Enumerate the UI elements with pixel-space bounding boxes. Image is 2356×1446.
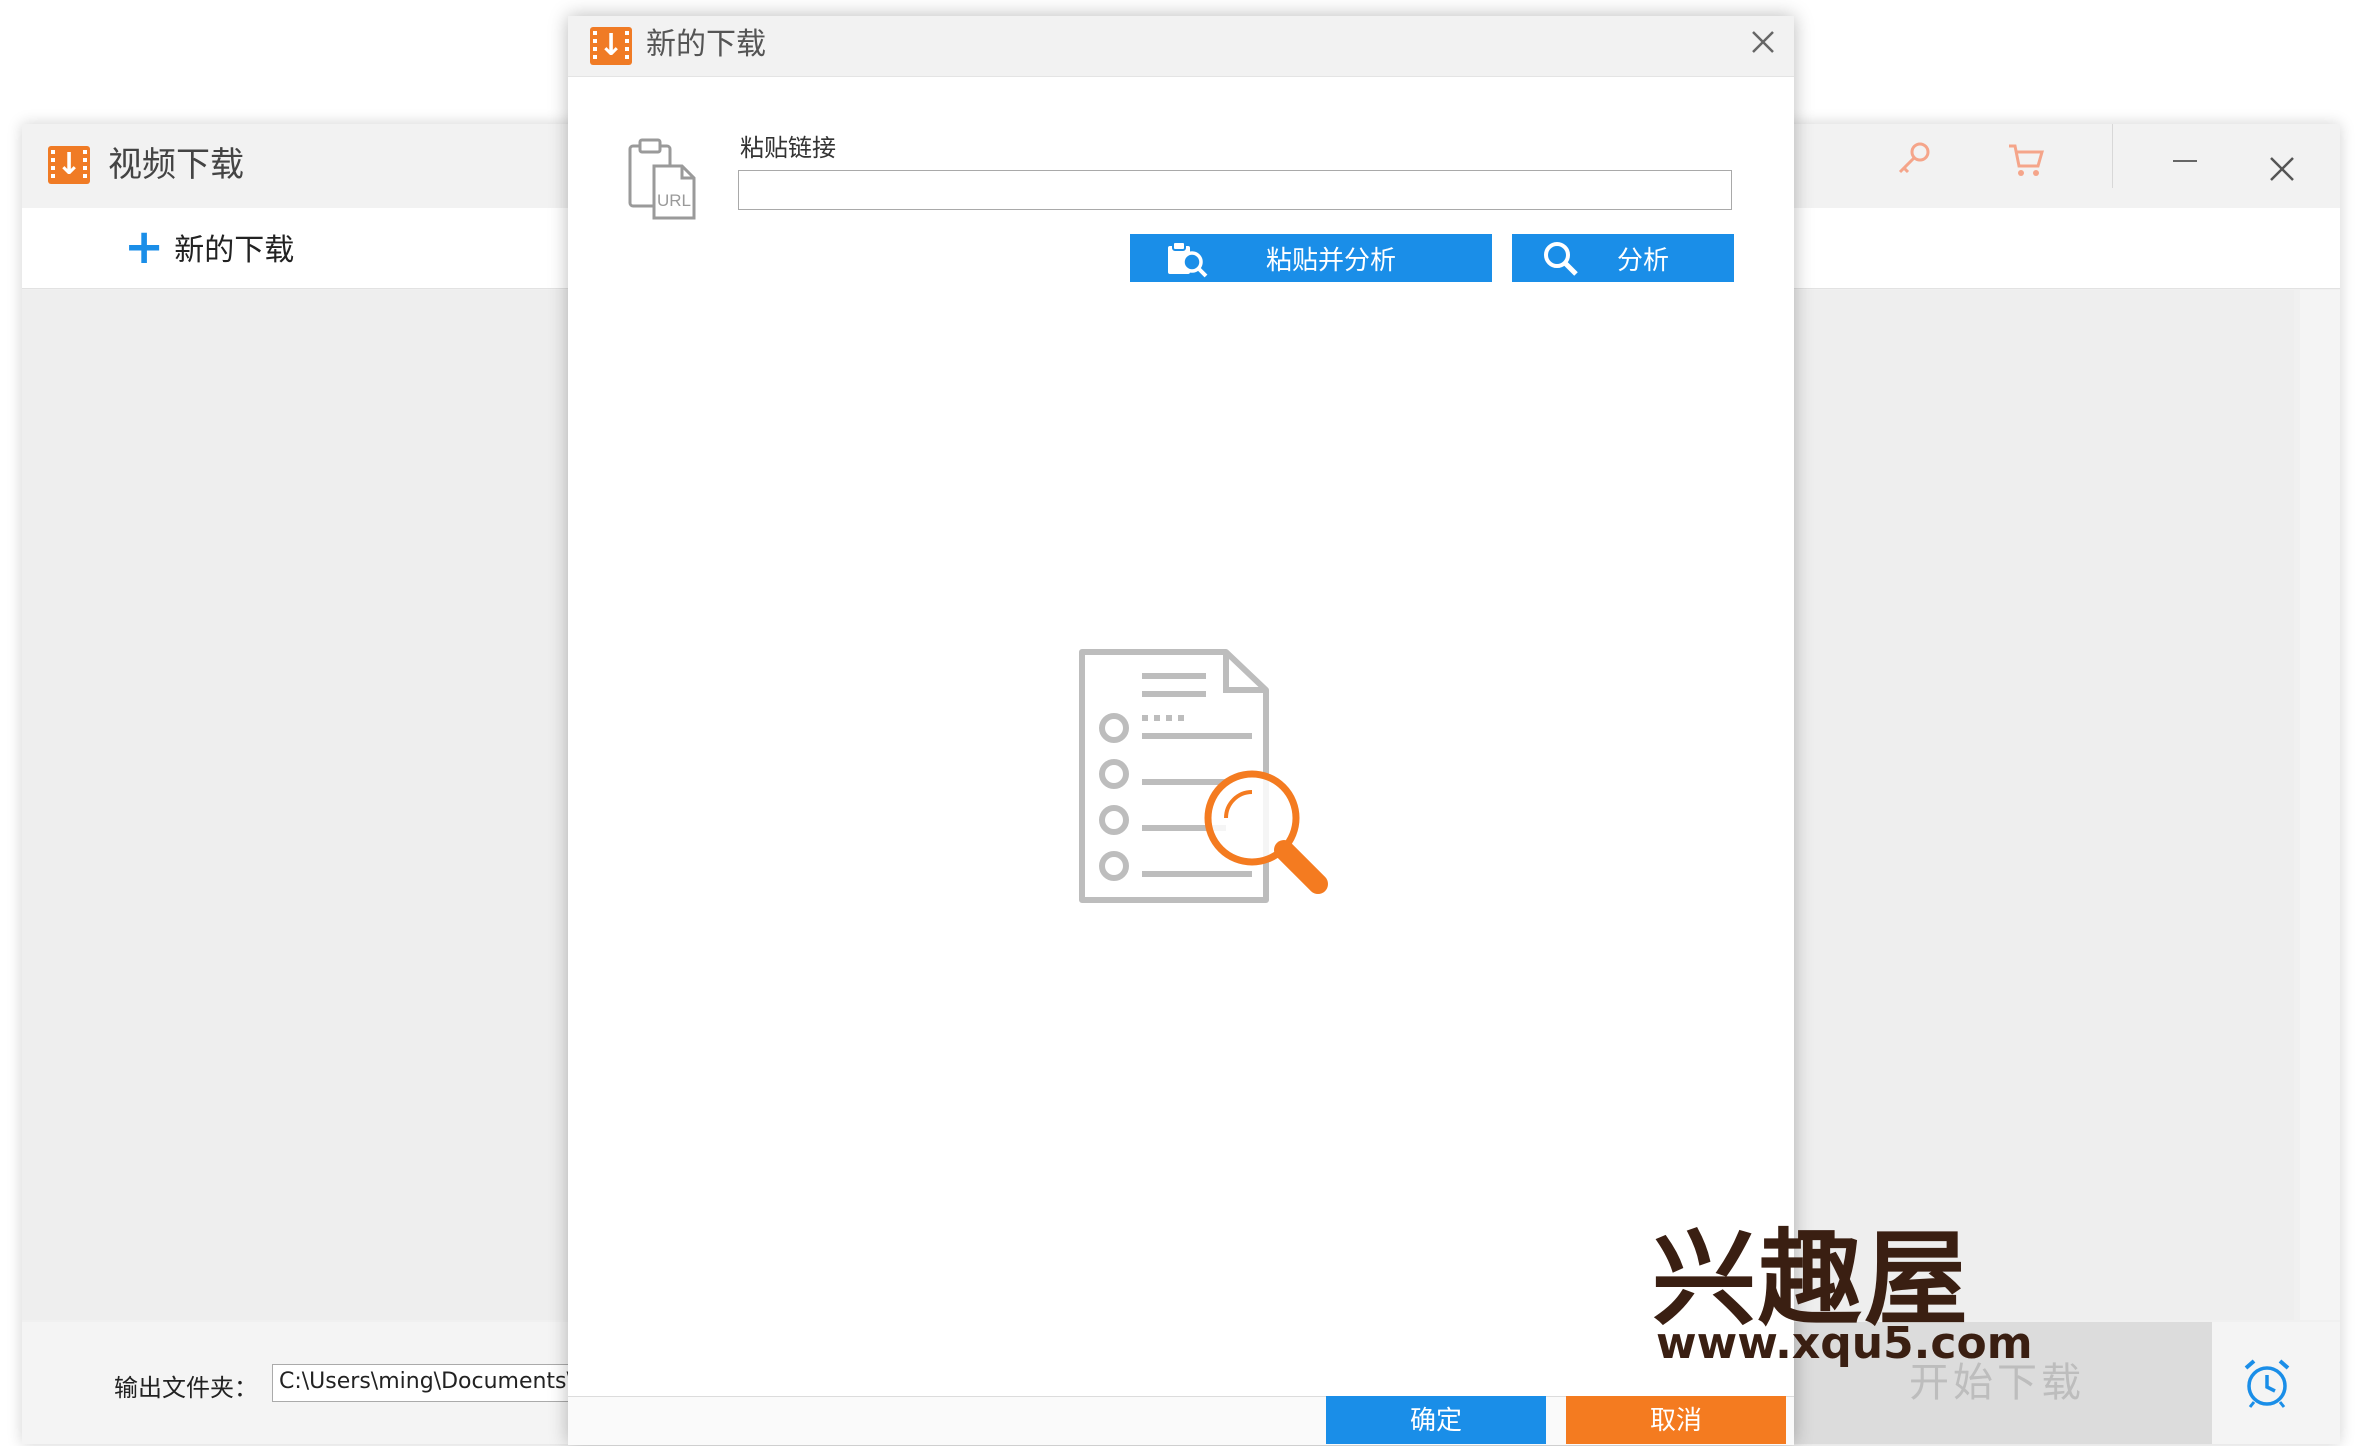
search-icon (1542, 240, 1582, 285)
cancel-button[interactable]: 取消 (1566, 1396, 1786, 1444)
dialog-title: 新的下载 (646, 27, 766, 62)
paste-and-analyze-button[interactable]: 粘贴并分析 (1130, 234, 1492, 282)
cart-icon[interactable] (2006, 140, 2046, 189)
clipboard-search-icon (1164, 240, 1214, 285)
url-clipboard-icon: URL (624, 132, 704, 226)
titlebar-separator (2112, 124, 2113, 188)
app-logo-icon: ↓ (48, 146, 90, 184)
empty-list-search-icon (1076, 646, 1356, 930)
dialog-close-button[interactable] (1750, 24, 1776, 64)
close-button[interactable] (2268, 150, 2296, 190)
main-window-title: 视频下载 (108, 145, 244, 185)
analyze-button[interactable]: 分析 (1512, 234, 1734, 282)
close-icon (2270, 157, 2294, 181)
paste-link-label: 粘贴链接 (740, 134, 836, 162)
download-list-scrollbar[interactable] (2300, 290, 2340, 1320)
new-download-dialog: ↓ 新的下载 URL 粘贴链接 粘贴并分析 分析 确定 取消 (568, 16, 1794, 1445)
paste-and-analyze-label: 粘贴并分析 (1265, 245, 1396, 276)
dialog-titlebar: ↓ 新的下载 (568, 16, 1794, 77)
url-input[interactable] (738, 170, 1732, 210)
watermark-url: www.xqu5.com (1656, 1318, 2033, 1369)
minimize-icon (2173, 160, 2197, 162)
alarm-clock-icon[interactable] (2240, 1356, 2294, 1414)
dialog-app-icon: ↓ (590, 27, 632, 65)
key-icon[interactable] (1894, 140, 1934, 189)
minimize-button[interactable] (2170, 142, 2200, 182)
dialog-close-icon (1752, 31, 1774, 53)
ok-button[interactable]: 确定 (1326, 1396, 1546, 1444)
plus-icon: + (124, 219, 165, 275)
url-icon-text: URL (657, 191, 691, 210)
new-download-button[interactable]: + 新的下载 (124, 219, 295, 275)
analyze-label: 分析 (1616, 245, 1669, 276)
output-folder-label: 输出文件夹： (114, 1374, 258, 1402)
new-download-label: 新的下载 (174, 233, 295, 268)
